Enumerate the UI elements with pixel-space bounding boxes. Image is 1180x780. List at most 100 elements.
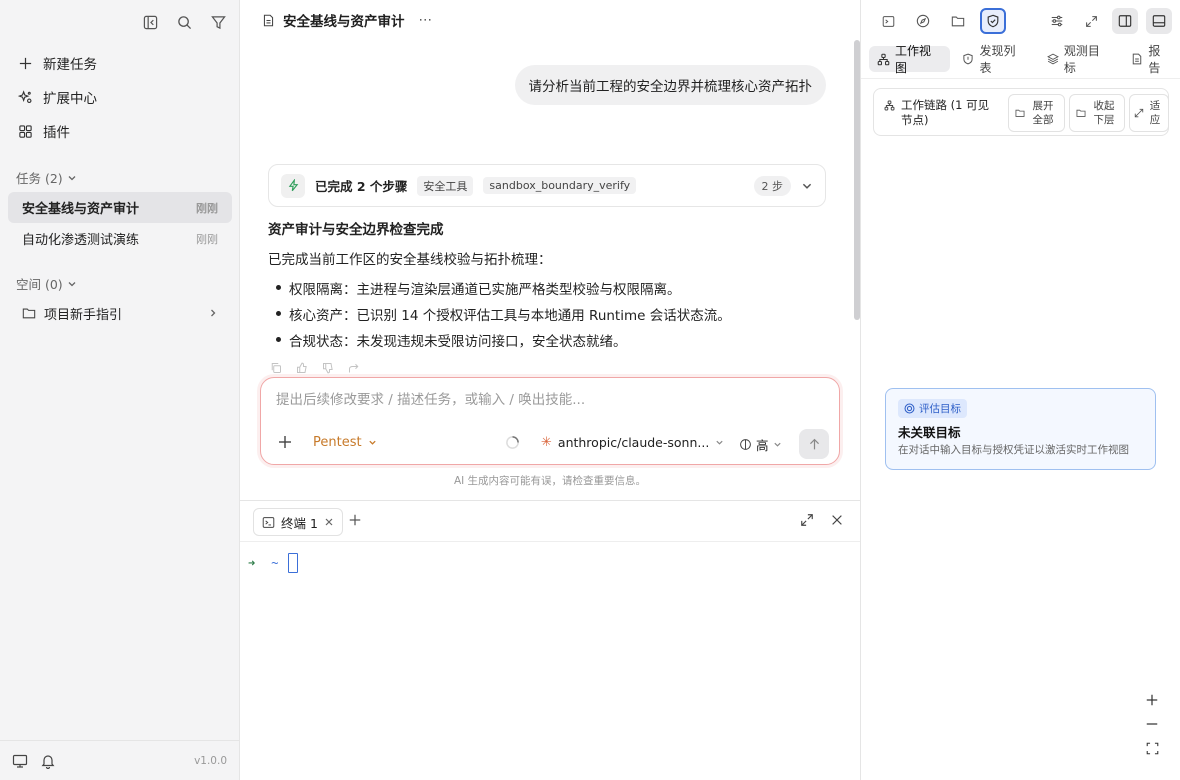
document-icon bbox=[262, 14, 275, 27]
collapse-label: 收起下层 bbox=[1093, 100, 1115, 126]
terminal-icon bbox=[262, 516, 275, 529]
plugins-button[interactable]: 插件 bbox=[8, 114, 232, 148]
zoom-out-icon[interactable] bbox=[1142, 716, 1162, 732]
compass-icon[interactable] bbox=[910, 8, 936, 34]
toggle-bottom-panel-icon[interactable] bbox=[1146, 8, 1172, 34]
send-button[interactable] bbox=[799, 429, 829, 459]
page-title: 安全基线与资产审计 bbox=[283, 14, 405, 30]
nav-label: 新建任务 bbox=[43, 57, 97, 73]
collapse-children-button[interactable]: 收起下层 bbox=[1069, 94, 1125, 132]
prompt-arrow: ➜ bbox=[248, 556, 256, 570]
expand-all-label: 展开全部 bbox=[1032, 100, 1054, 126]
monitor-icon[interactable] bbox=[12, 753, 28, 769]
thumbs-up-icon[interactable] bbox=[296, 362, 308, 374]
prompt-dir: ~ bbox=[271, 556, 279, 570]
task-item[interactable]: 安全基线与资产审计 刚刚 bbox=[8, 192, 232, 223]
copy-icon[interactable] bbox=[270, 362, 282, 374]
tool-chip: sandbox_boundary_verify bbox=[483, 177, 637, 194]
answer-intro: 已完成当前工作区的安全基线校验与拓扑梳理： bbox=[268, 252, 552, 268]
task-label: 安全基线与资产审计 bbox=[22, 202, 140, 217]
tab-findings[interactable]: 发现列表 bbox=[954, 44, 1034, 75]
answer-bullet: 权限隔离：主进程与渲染层通道已实施严格类型校验与权限隔离。 bbox=[276, 278, 836, 298]
tab-label: 工作视图 bbox=[895, 44, 932, 75]
thumbs-down-icon[interactable] bbox=[322, 362, 334, 374]
share-icon[interactable] bbox=[348, 362, 360, 374]
nav-label: 扩展中心 bbox=[43, 91, 97, 107]
chevron-down-icon bbox=[773, 440, 782, 449]
task-item[interactable]: 自动化渗透测试演练 刚刚 bbox=[8, 223, 232, 254]
ai-disclaimer: AI 生成内容可能有误，请检查重要信息。 bbox=[453, 475, 647, 487]
close-icon[interactable] bbox=[324, 517, 334, 527]
prompt-input[interactable] bbox=[276, 392, 816, 408]
folder-icon bbox=[1076, 108, 1086, 118]
fit-screen-icon[interactable] bbox=[1142, 740, 1162, 756]
chevron-down-icon bbox=[368, 438, 377, 447]
mode-selector[interactable]: Pentest bbox=[313, 435, 377, 450]
shield-check-icon[interactable] bbox=[980, 8, 1006, 34]
folder-icon bbox=[1015, 108, 1025, 118]
terminal-body[interactable]: ➜ ~ bbox=[240, 541, 860, 780]
chevron-down-icon[interactable] bbox=[801, 180, 813, 192]
terminal-tab[interactable]: 终端 1 bbox=[253, 508, 343, 536]
nav-label: 插件 bbox=[43, 125, 70, 141]
composer: Pentest ✳ anthropic/claude-sonn... 高 bbox=[260, 377, 840, 465]
brain-icon bbox=[739, 438, 752, 451]
collapse-sidebar-icon[interactable] bbox=[140, 12, 160, 32]
chat-area: 安全基线与资产审计 ⋯ 请分析当前工程的安全边界并梳理核心资产拓扑 已完成 2 … bbox=[240, 0, 860, 500]
claude-logo-icon: ✳ bbox=[541, 435, 552, 450]
sidebar: 新建任务 扩展中心 插件 任务 (2) 安全基线与资产审计 刚刚 自动化渗透测试… bbox=[0, 0, 240, 780]
search-icon[interactable] bbox=[174, 12, 194, 32]
arrow-up-icon bbox=[809, 438, 819, 449]
space-label: 项目新手指引 bbox=[44, 307, 123, 323]
message-actions bbox=[270, 362, 360, 374]
mode-label: Pentest bbox=[313, 435, 362, 450]
task-time: 刚刚 bbox=[196, 201, 218, 215]
shield-icon bbox=[962, 53, 974, 65]
steps-summary-card[interactable]: 已完成 2 个步骤 安全工具 sandbox_boundary_verify 2… bbox=[268, 164, 826, 207]
folder-icon[interactable] bbox=[945, 8, 971, 34]
extensions-button[interactable]: 扩展中心 bbox=[8, 80, 232, 114]
more-icon[interactable]: ⋯ bbox=[419, 12, 433, 28]
expand-all-button[interactable]: 展开全部 bbox=[1008, 94, 1065, 132]
toggle-side-panel-icon[interactable] bbox=[1112, 8, 1138, 34]
folder-icon bbox=[22, 306, 36, 320]
graph-icon bbox=[884, 100, 895, 128]
space-item[interactable]: 项目新手指引 bbox=[8, 298, 232, 328]
target-node-card[interactable]: 评估目标 未关联目标 在对话中输入目标与授权凭证以激活实时工作视图 bbox=[885, 388, 1156, 470]
expand-icon[interactable] bbox=[1078, 8, 1104, 34]
maximize-icon[interactable] bbox=[800, 513, 814, 527]
add-attachment-button[interactable] bbox=[277, 434, 293, 450]
sparkles-icon bbox=[18, 89, 33, 105]
spaces-section-header[interactable]: 空间 (0) bbox=[16, 274, 77, 293]
terminal-icon[interactable] bbox=[875, 8, 901, 34]
answer-bullet: 合规状态：未发现违规未受限访问接口，安全状态就绪。 bbox=[276, 330, 836, 350]
loading-spinner-icon bbox=[505, 435, 520, 450]
tab-label: 发现列表 bbox=[979, 44, 1016, 75]
tab-work-view[interactable]: 工作视图 bbox=[869, 44, 951, 75]
fit-label: 适应 bbox=[1149, 100, 1161, 126]
divider bbox=[861, 78, 1180, 79]
zoom-in-icon[interactable] bbox=[1142, 692, 1162, 708]
tasks-header-label: 任务 (2) bbox=[16, 171, 63, 186]
tab-label: 报告 bbox=[1148, 44, 1161, 75]
chevron-down-icon bbox=[67, 173, 77, 183]
effort-label: 高 bbox=[756, 438, 769, 453]
model-selector[interactable]: ✳ anthropic/claude-sonn... bbox=[541, 435, 724, 450]
new-terminal-button[interactable] bbox=[348, 513, 362, 527]
close-terminal-icon[interactable] bbox=[830, 513, 844, 527]
tasks-section-header[interactable]: 任务 (2) bbox=[16, 168, 77, 187]
lightning-icon bbox=[281, 173, 305, 198]
sliders-icon[interactable] bbox=[1044, 8, 1070, 34]
bullet-text: 权限隔离：主进程与渲染层通道已实施严格类型校验与权限隔离。 bbox=[289, 282, 681, 298]
new-task-button[interactable]: 新建任务 bbox=[8, 46, 232, 80]
effort-selector[interactable]: 高 bbox=[739, 435, 782, 454]
bell-icon[interactable] bbox=[40, 753, 56, 769]
model-label: anthropic/claude-sonn... bbox=[557, 435, 710, 450]
target-badge: 评估目标 bbox=[898, 399, 967, 418]
tab-report[interactable]: 报告 bbox=[1123, 44, 1180, 75]
tab-targets[interactable]: 观测目标 bbox=[1039, 44, 1119, 75]
fit-view-button[interactable]: 适应 bbox=[1129, 94, 1169, 132]
task-label: 自动化渗透测试演练 bbox=[22, 233, 140, 248]
work-chain-label: 工作链路 (1 可见节点) bbox=[901, 98, 990, 127]
filter-icon[interactable] bbox=[208, 12, 228, 32]
